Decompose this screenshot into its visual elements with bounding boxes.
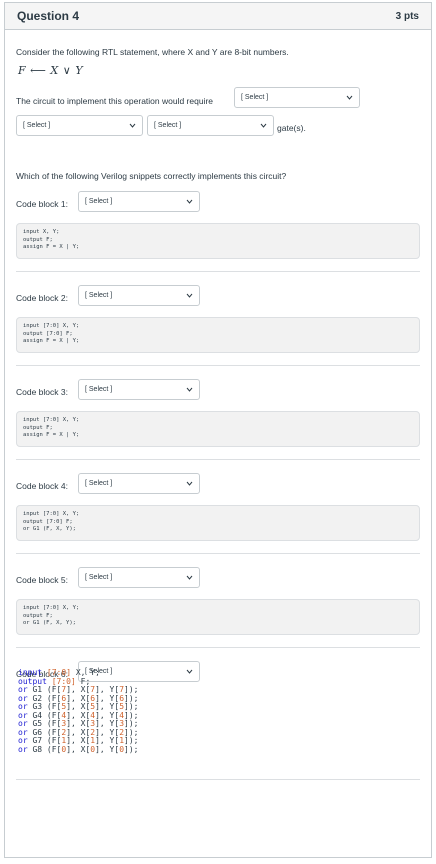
select-value: [ Select ] [85,198,113,205]
chevron-down-icon [346,94,353,101]
code-block-select-5[interactable]: [ Select ] [78,567,200,588]
chevron-down-icon [186,574,193,581]
chevron-down-icon [186,292,193,299]
divider [16,647,420,648]
code-block-label-4: Code block 4: [16,481,68,491]
bit-width-select[interactable]: [ Select ] [16,115,143,136]
code-block-label-1: Code block 1: [16,199,68,209]
gate-type-select[interactable]: [ Select ] [147,115,274,136]
divider [16,779,420,780]
code-block-select-3[interactable]: [ Select ] [78,379,200,400]
select-value: [ Select ] [241,94,269,101]
question-header: Question 4 3 pts [5,3,431,30]
divider [16,459,420,460]
code-line: or G8 (F[0], X[0], Y[0]); [18,744,139,755]
divider [16,271,420,272]
circuit-count-select[interactable]: [ Select ] [234,87,360,108]
chevron-down-icon [186,480,193,487]
gates-suffix: gate(s). [277,123,306,133]
select-value: [ Select ] [85,480,113,487]
circuit-text: The circuit to implement this operation … [16,96,214,106]
code-text: ], Y[ [95,744,120,754]
code-block-select-2[interactable]: [ Select ] [78,285,200,306]
chevron-down-icon [129,122,136,129]
code-block-1: input X, Y; output F; assign F = X | Y; [16,223,420,259]
chevron-down-icon [186,668,193,675]
code-block-3: input [7:0] X, Y; output F; assign F = X… [16,411,420,447]
select-value: [ Select ] [85,386,113,393]
select-value: [ Select ] [23,122,51,129]
code-block-6: input [7:0] X, Y; output [7:0] F; or G1 (F… [18,668,139,755]
code-block-5: input [7:0] X, Y; output F; or G1 (F, X,… [16,599,420,635]
rtl-x: X [50,64,59,77]
select-value: [ Select ] [154,122,182,129]
rtl-lhs: F [18,64,27,77]
divider [16,553,420,554]
question-points: 3 pts [395,10,419,22]
question-title: Question 4 [17,9,80,23]
code-block-select-1[interactable]: [ Select ] [78,191,200,212]
gate-lines: or G1 (F[7], X[7], Y[7]); or G2 (F[6], X[… [18,685,139,755]
chevron-down-icon [186,198,193,205]
select-value: [ Select ] [85,574,113,581]
code-block-4: input [7:0] X, Y; output [7:0] F; or G1 … [16,505,420,541]
which-text: Which of the following Verilog snippets … [16,171,287,181]
code-block-label-3: Code block 3: [16,387,68,397]
divider [16,365,420,366]
rtl-arrow: ⟵ [30,64,47,77]
code-text: ], X[ [66,744,91,754]
code-keyword: or [18,744,28,754]
code-text: ]); [124,744,139,754]
code-block-label-2: Code block 2: [16,293,68,303]
code-text: G8 (F[ [27,744,62,754]
rtl-or: ∨ [62,64,72,77]
code-block-label-5: Code block 5: [16,575,68,585]
chevron-down-icon [186,386,193,393]
code-block-2: input [7:0] X, Y; output [7:0] F; assign… [16,317,420,353]
prompt-text: Consider the following RTL statement, wh… [16,47,289,57]
rtl-y: Y [75,64,84,77]
select-value: [ Select ] [85,292,113,299]
rtl-statement: F ⟵ X ∨ Y [18,64,83,77]
code-block-select-4[interactable]: [ Select ] [78,473,200,494]
question-card: Question 4 3 pts Consider the following … [4,2,432,858]
chevron-down-icon [260,122,267,129]
